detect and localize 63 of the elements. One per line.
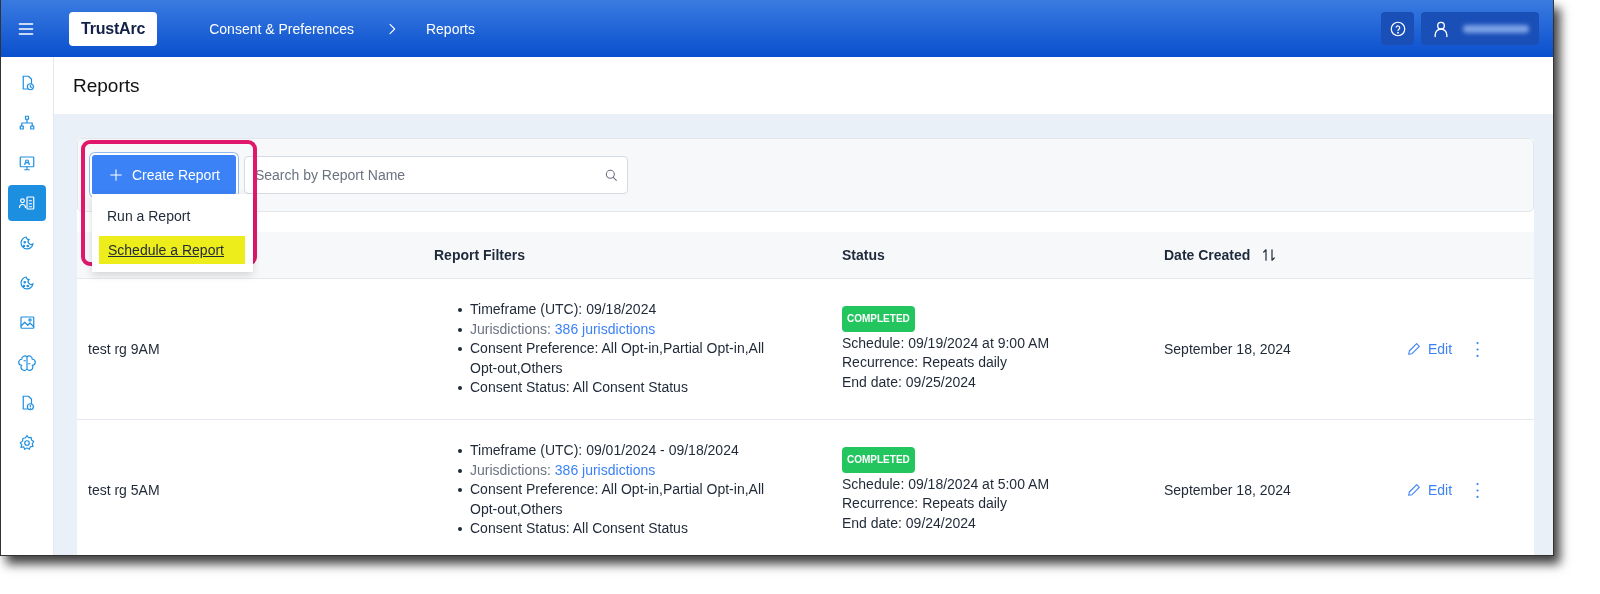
filter-text: Jurisdictions: 386 jurisdictions [470,460,656,480]
schedule-text: End date: 09/24/2024 [842,513,976,533]
bullet-icon [458,468,462,473]
status-badge: COMPLETED [842,306,915,332]
menu-item[interactable]: Run a Report [92,202,253,230]
schedule-text: Recurrence: Repeats daily [842,494,1007,513]
jurisdictions-link[interactable]: 386 jurisdictions [554,320,656,337]
table-cell: test rg 9AM [88,341,160,357]
schedule-text: End date: 09/25/2024 [842,372,976,392]
settings-icon [18,434,36,452]
create-report-button[interactable]: Create Report [92,155,236,195]
image-icon [18,314,36,332]
filter-text: Consent Preference: All Opt-in,Partial Opt-in,All Opt-out,Others [470,339,766,378]
table-cell: test rg 5AM [88,482,160,498]
pencil-icon [1406,341,1422,357]
breadcrumb-link[interactable]: Consent & Preferences [209,20,354,37]
filter-text: Timeframe (UTC): 09/18/2024 [470,300,657,320]
kebab-icon [1476,341,1480,357]
sidebar-item[interactable] [8,185,46,221]
bullet-icon [458,527,462,532]
user-menu-button[interactable] [1421,12,1539,45]
brain-icon [18,354,36,372]
kebab-icon [1476,482,1480,498]
pencil-icon [1406,482,1422,498]
more-button[interactable] [1476,341,1480,357]
schedule-text: Schedule: 09/18/2024 at 5:00 AM [842,474,1050,494]
schedule-text: Recurrence: Repeats daily [842,353,1007,372]
monitor-icon [18,154,36,172]
help-icon [1388,19,1407,38]
edit-button[interactable]: Edit [1406,482,1453,498]
breadcrumb-link[interactable]: Reports [425,20,475,37]
page-title: Reports [73,74,140,97]
logo[interactable]: TrustArc [69,11,158,46]
schedule-text: Schedule: 09/19/2024 at 9:00 AM [842,333,1050,353]
filter-text: Timeframe (UTC): 09/01/2024 - 09/18/2024 [470,441,739,461]
filter-text: Consent Preference: All Opt-in,Partial Opt-in,All Opt-out,Others [470,480,766,519]
status-badge: COMPLETED [842,447,915,473]
jurisdictions-link[interactable]: 386 jurisdictions [554,461,656,478]
help-button[interactable] [1381,12,1414,45]
menu-item[interactable]: Schedule a Report [99,236,245,264]
search-field[interactable]: Search by Report Name [243,156,628,194]
bullet-icon [458,347,462,352]
column-header[interactable]: Report Filters [434,247,525,263]
cookie-icon [18,274,36,292]
filter-text: Consent Status: All Consent Status [470,378,688,398]
filter-text: Jurisdictions: 386 jurisdictions [470,319,656,339]
person-list-icon [18,194,36,212]
edit-button[interactable]: Edit [1406,341,1453,357]
bullet-icon [458,386,462,391]
plus-icon [108,167,124,183]
table-cell: September 18, 2024 [1164,482,1291,498]
bullet-icon [458,308,462,313]
column-header[interactable]: Status [842,247,885,263]
bullet-icon [458,488,462,493]
filter-text: Consent Status: All Consent Status [470,519,688,539]
cookie-icon [18,234,36,252]
bullet-icon [458,449,462,454]
blurred-name [1463,24,1529,33]
column-header[interactable]: Date Created [1164,247,1251,263]
hierarchy-icon [18,114,36,132]
bullet-icon [458,327,462,332]
table-cell: September 18, 2024 [1164,341,1291,357]
more-button[interactable] [1476,482,1480,498]
